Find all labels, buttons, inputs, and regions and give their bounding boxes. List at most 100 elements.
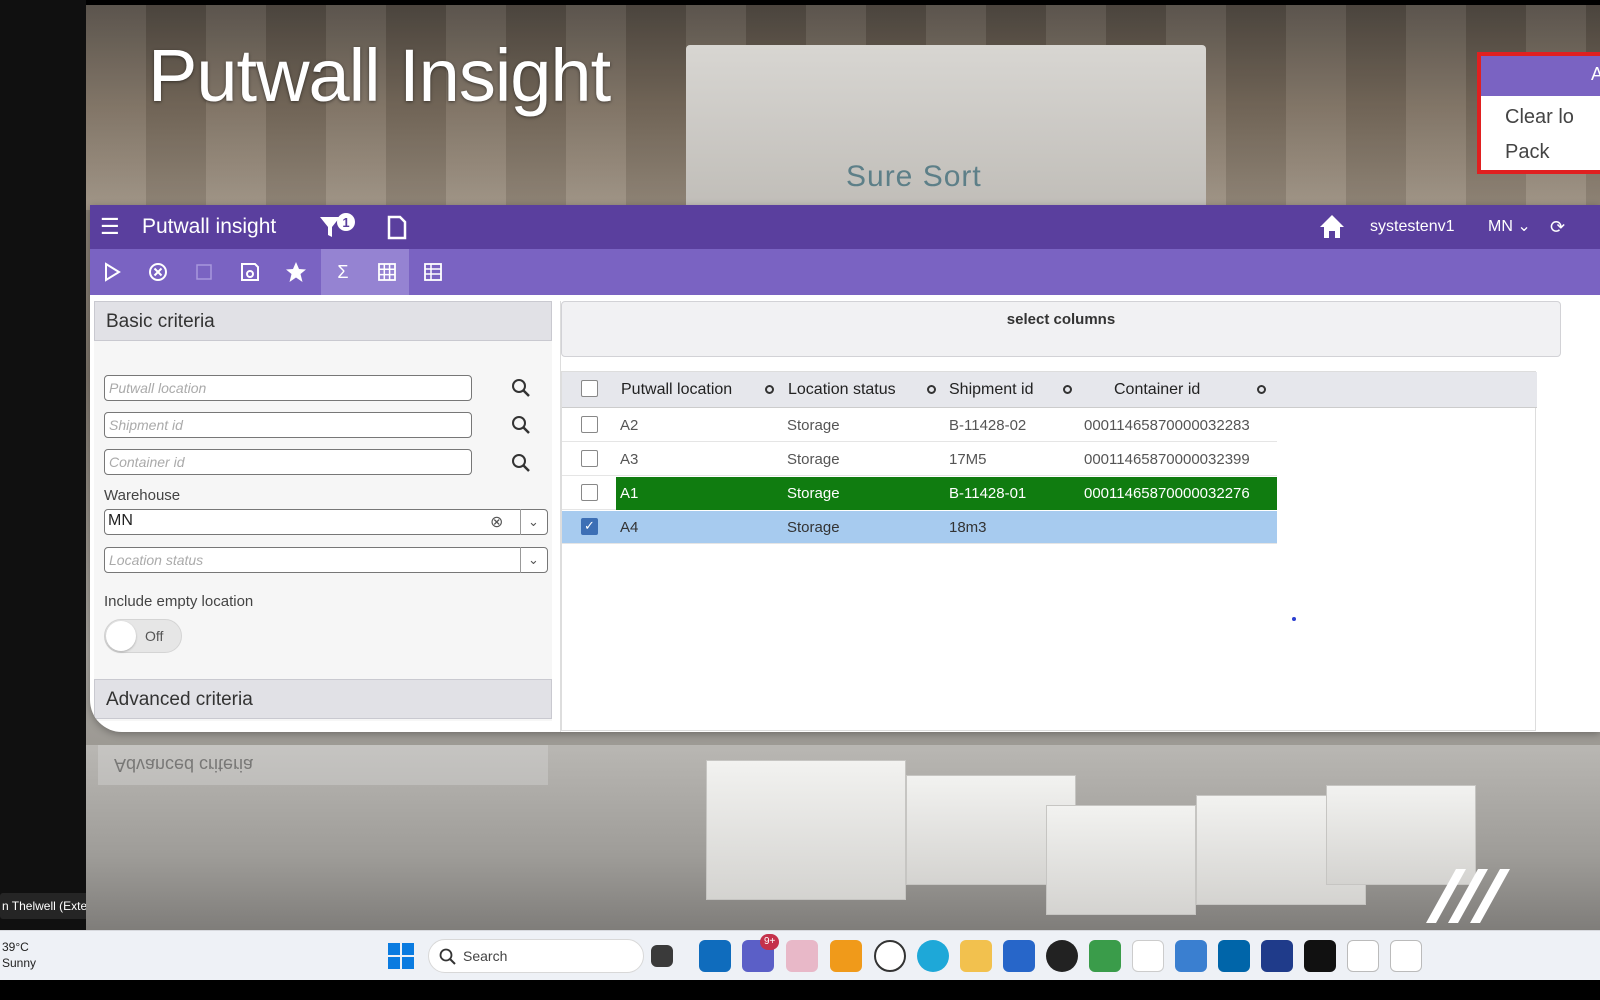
machine-label: Sure Sort (846, 160, 982, 193)
location-status-select[interactable]: Location status (104, 547, 548, 573)
column-menu-icon[interactable] (927, 385, 936, 394)
snipping-tool-icon[interactable] (786, 940, 818, 972)
actions-popup: A Clear lo Pack (1477, 52, 1600, 174)
column-header[interactable]: Putwall location (621, 372, 732, 408)
bin (706, 760, 906, 900)
chevron-down-icon[interactable]: ⌄ (520, 509, 546, 535)
results-panel: select columns Putwall location Location… (560, 301, 1600, 732)
sum-icon[interactable]: Σ (321, 249, 365, 295)
row-checkbox[interactable] (581, 416, 598, 433)
include-empty-toggle[interactable]: Off (104, 619, 182, 653)
app-icon-document[interactable] (1390, 940, 1422, 972)
cell-location: A1 (620, 485, 639, 502)
toggle-state: Off (145, 628, 164, 644)
table-row[interactable]: A2 Storage B-11428-02 000114658700000322… (562, 409, 1277, 442)
app-icon-font[interactable] (1347, 940, 1379, 972)
cell-location: A2 (620, 417, 639, 434)
container-id-field[interactable]: Container id (104, 449, 472, 475)
screen: n Thelwell (External) Sure Sort Advanced… (0, 0, 1600, 1000)
column-header[interactable]: Location status (788, 372, 896, 408)
advanced-criteria-header[interactable]: Advanced criteria (94, 679, 552, 719)
app-icon-globe[interactable] (874, 940, 906, 972)
save-icon[interactable] (228, 249, 272, 295)
slide-reflection: Advanced criteria (98, 745, 548, 785)
putwall-app-window: ☰ Putwall insight 1 systestenv1 MN ⌄ ⟳ Σ… (90, 205, 1600, 732)
pack-menu-item[interactable]: Pack (1505, 141, 1549, 164)
grid-header: Putwall location Location status Shipmen… (562, 372, 1537, 408)
filter-icon[interactable]: 1 (318, 205, 358, 249)
select-all-checkbox[interactable] (581, 380, 598, 397)
column-menu-icon[interactable] (1257, 385, 1266, 394)
presentation-slide: Sure Sort Advanced criteria Putwall Insi… (86, 5, 1600, 930)
app-icon-blue[interactable] (1261, 940, 1293, 972)
search-icon[interactable] (508, 375, 534, 401)
cell-status: Storage (787, 519, 840, 536)
hamburger-menu-icon[interactable]: ☰ (100, 205, 120, 249)
file-explorer-icon[interactable] (960, 940, 992, 972)
column-menu-icon[interactable] (765, 385, 774, 394)
store-icon[interactable] (1003, 940, 1035, 972)
play-icon[interactable] (90, 249, 134, 295)
outlook-icon[interactable] (699, 940, 731, 972)
cell-shipment: B-11428-01 (949, 485, 1027, 502)
table-row[interactable]: ✓ A4 Storage 18m3 (562, 511, 1277, 544)
clear-icon[interactable]: ⊗ (490, 512, 503, 532)
table-icon[interactable] (411, 249, 455, 295)
table-row[interactable]: A1 Storage B-11428-01 000114658700000322… (562, 477, 1277, 510)
clear-location-menu-item[interactable]: Clear lo (1505, 106, 1574, 129)
column-header[interactable]: Container id (1114, 372, 1200, 408)
warehouse-menu[interactable]: MN ⌄ (1488, 205, 1531, 249)
windows-start-icon[interactable] (388, 943, 414, 969)
row-checkbox-checked[interactable]: ✓ (581, 518, 598, 535)
select-columns-bar[interactable]: select columns (561, 301, 1561, 357)
app-icon-chart[interactable] (1089, 940, 1121, 972)
notepad-icon[interactable] (1175, 940, 1207, 972)
search-icon[interactable] (508, 450, 534, 476)
cell-container: 00011465870000032399 (1084, 451, 1250, 468)
chevron-down-icon: ⌄ (1517, 218, 1531, 235)
basic-criteria-header[interactable]: Basic criteria (94, 301, 552, 341)
row-checkbox[interactable] (581, 484, 598, 501)
row-checkbox[interactable] (581, 450, 598, 467)
document-icon[interactable] (386, 205, 408, 249)
app-icon-scissors[interactable] (1132, 940, 1164, 972)
table-row[interactable]: A3 Storage 17M5 00011465870000032399 (562, 443, 1277, 476)
app-icon-dark[interactable] (1046, 940, 1078, 972)
cell-shipment: 18m3 (949, 519, 987, 536)
history-icon[interactable]: ⟳ (1550, 205, 1565, 249)
cell-status: Storage (787, 451, 840, 468)
blank-icon[interactable] (182, 249, 226, 295)
slide-title: Putwall Insight (148, 34, 611, 117)
grid-icon[interactable] (365, 249, 409, 295)
weather-widget[interactable]: 39°C Sunny (2, 939, 36, 971)
app-icon-orange[interactable] (830, 940, 862, 972)
column-menu-icon[interactable] (1063, 385, 1072, 394)
teams-badge: 9+ (760, 934, 780, 950)
cancel-icon[interactable] (136, 249, 180, 295)
criteria-panel: Basic criteria Putwall location Shipment… (94, 301, 552, 721)
chevron-down-icon[interactable]: ⌄ (520, 547, 546, 573)
warehouse-value: MN (108, 512, 133, 529)
warehouse-menu-label: MN (1488, 218, 1513, 235)
shipment-id-field[interactable]: Shipment id (104, 412, 472, 438)
bin (1046, 805, 1196, 915)
cell-shipment: B-11428-02 (949, 417, 1027, 434)
column-header[interactable]: Shipment id (949, 372, 1034, 408)
include-empty-label: Include empty location (104, 593, 254, 610)
edge-icon[interactable] (917, 940, 949, 972)
search-icon[interactable] (508, 412, 534, 438)
app-icon-black[interactable] (1304, 940, 1336, 972)
temperature: 39°C (2, 940, 29, 954)
vscode-icon[interactable] (1218, 940, 1250, 972)
star-icon[interactable] (274, 249, 318, 295)
popup-header: A (1481, 56, 1600, 96)
taskbar-search[interactable]: Search (428, 939, 644, 973)
warehouse-select[interactable]: MN (104, 509, 548, 535)
putwall-location-field[interactable]: Putwall location (104, 375, 472, 401)
task-view-icon[interactable] (651, 945, 673, 967)
cell-status: Storage (787, 417, 840, 434)
home-icon[interactable] (1318, 205, 1346, 249)
warehouse-label: Warehouse (104, 487, 181, 504)
user-name[interactable]: systestenv1 (1370, 205, 1454, 249)
search-icon (439, 948, 456, 965)
